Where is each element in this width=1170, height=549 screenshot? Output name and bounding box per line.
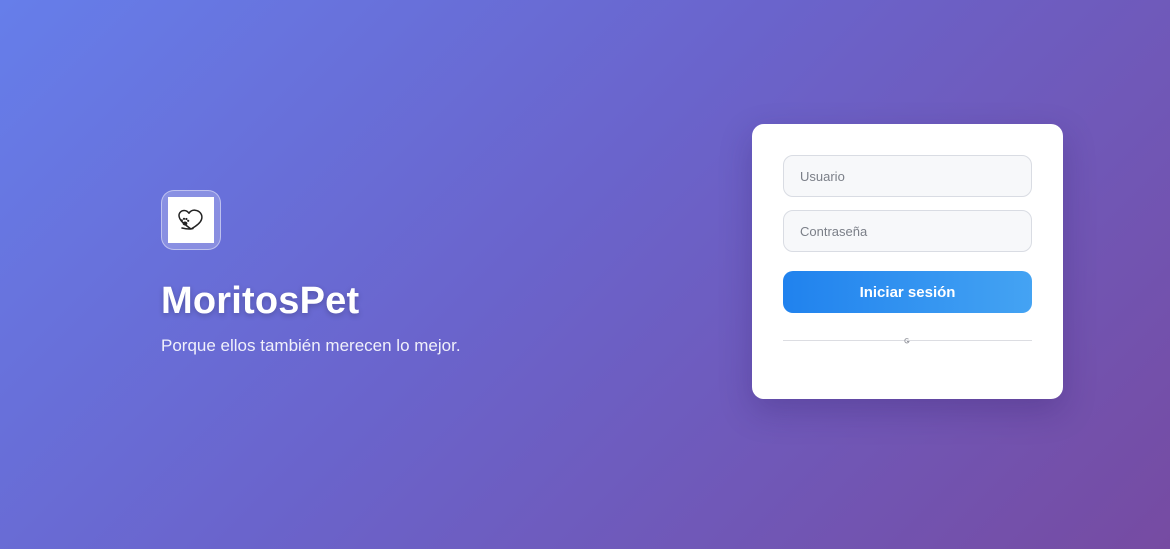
password-input[interactable] — [783, 210, 1032, 252]
login-button[interactable]: Iniciar sesión — [783, 271, 1032, 313]
logo-frame — [161, 190, 221, 250]
login-card: Iniciar sesión — [752, 124, 1063, 399]
logo — [168, 197, 214, 243]
broken-image-icon — [904, 338, 910, 344]
brand-section: MoritosPet Porque ellos también merecen … — [161, 190, 581, 357]
username-input[interactable] — [783, 155, 1032, 197]
heart-paw-icon — [178, 209, 203, 230]
brand-tagline: Porque ellos también merecen lo mejor. — [161, 336, 461, 355]
google-signin-icon[interactable] — [903, 337, 911, 345]
brand-title: MoritosPet — [161, 280, 360, 322]
